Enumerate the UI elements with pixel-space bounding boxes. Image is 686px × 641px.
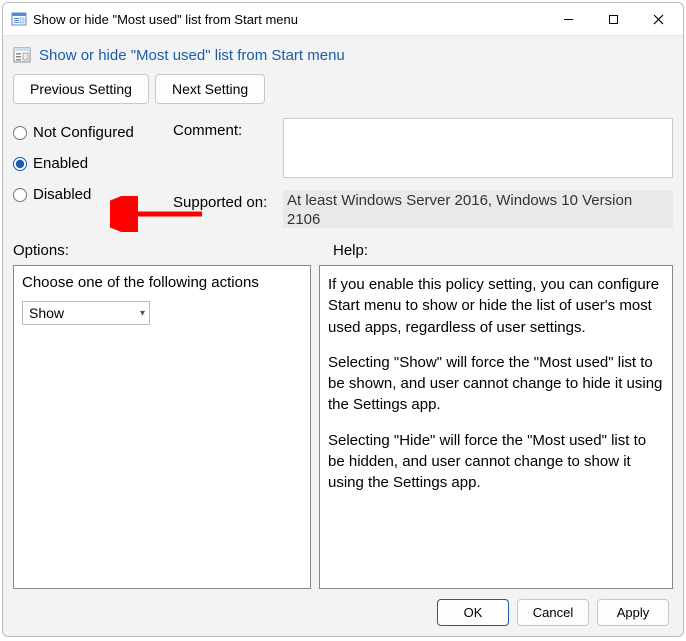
previous-setting-button[interactable]: Previous Setting xyxy=(13,74,149,104)
apply-button[interactable]: Apply xyxy=(597,599,669,626)
panels: Choose one of the following actions Show… xyxy=(13,265,673,589)
titlebar-title: Show or hide "Most used" list from Start… xyxy=(33,12,546,27)
chevron-down-icon: ▾ xyxy=(140,308,145,319)
radio-disabled-label: Disabled xyxy=(33,186,91,203)
app-icon xyxy=(11,11,27,27)
dialog-footer: OK Cancel Apply xyxy=(13,589,673,628)
radio-disabled-input[interactable] xyxy=(13,188,27,202)
radio-not-configured-input[interactable] xyxy=(13,126,27,140)
help-header: Help: xyxy=(319,242,673,259)
policy-header: Show or hide "Most used" list from Start… xyxy=(13,42,673,74)
policy-title: Show or hide "Most used" list from Start… xyxy=(39,47,345,64)
radio-disabled[interactable]: Disabled xyxy=(13,186,173,203)
state-area: Not Configured Enabled Disabled Comment:… xyxy=(13,118,673,228)
titlebar: Show or hide "Most used" list from Start… xyxy=(3,3,683,36)
dialog-content: Show or hide "Most used" list from Start… xyxy=(3,36,683,636)
maximize-button[interactable] xyxy=(591,4,636,34)
options-header: Options: xyxy=(13,242,311,259)
policy-icon xyxy=(13,46,31,64)
options-panel: Choose one of the following actions Show… xyxy=(13,265,311,589)
titlebar-controls xyxy=(546,4,681,34)
help-text-3: Selecting "Hide" will force the "Most us… xyxy=(328,430,664,494)
close-button[interactable] xyxy=(636,4,681,34)
help-text-1: If you enable this policy setting, you c… xyxy=(328,274,664,338)
minimize-button[interactable] xyxy=(546,4,591,34)
dialog-window: Show or hide "Most used" list from Start… xyxy=(2,2,684,637)
comment-label: Comment: xyxy=(173,118,283,178)
help-panel: If you enable this policy setting, you c… xyxy=(319,265,673,589)
state-radio-group: Not Configured Enabled Disabled xyxy=(13,118,173,228)
radio-not-configured[interactable]: Not Configured xyxy=(13,124,173,141)
action-dropdown[interactable]: Show ▾ xyxy=(22,301,150,325)
help-text-2: Selecting "Show" will force the "Most us… xyxy=(328,352,664,416)
supported-on-value: At least Windows Server 2016, Windows 10… xyxy=(283,190,673,228)
comment-textarea[interactable] xyxy=(283,118,673,178)
cancel-button[interactable]: Cancel xyxy=(517,599,589,626)
ok-button[interactable]: OK xyxy=(437,599,509,626)
radio-not-configured-label: Not Configured xyxy=(33,124,134,141)
nav-buttons: Previous Setting Next Setting xyxy=(13,74,673,104)
next-setting-button[interactable]: Next Setting xyxy=(155,74,265,104)
panels-header: Options: Help: xyxy=(13,242,673,259)
radio-enabled-input[interactable] xyxy=(13,157,27,171)
options-action-label: Choose one of the following actions xyxy=(22,274,302,291)
supported-on-label: Supported on: xyxy=(173,190,283,228)
radio-enabled-label: Enabled xyxy=(33,155,88,172)
action-dropdown-value: Show xyxy=(29,305,64,321)
radio-enabled[interactable]: Enabled xyxy=(13,155,173,172)
